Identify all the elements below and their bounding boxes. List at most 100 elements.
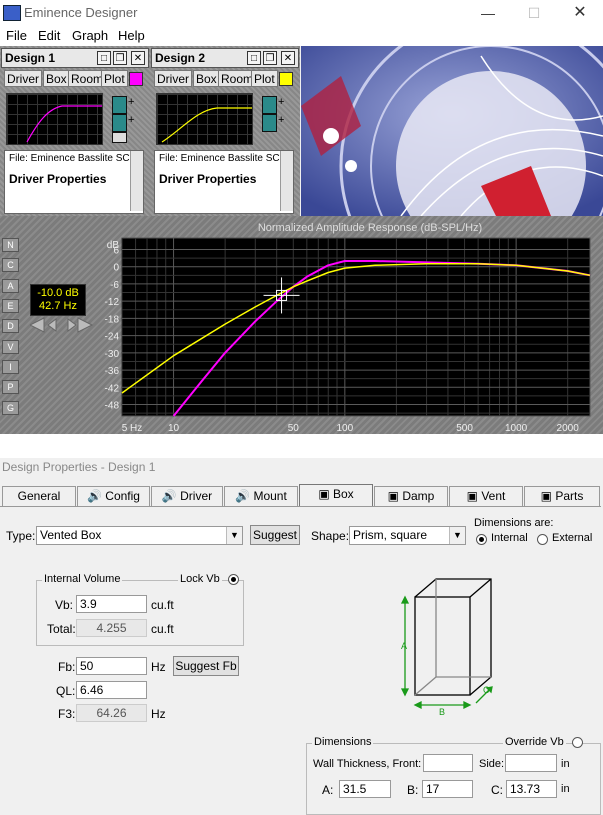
- step-left-icon[interactable]: [47, 318, 57, 332]
- dim-c-label: C: [483, 685, 490, 695]
- speaker-icon: 🔊: [161, 489, 181, 503]
- graph-button-i[interactable]: I: [2, 360, 19, 374]
- menu-graph[interactable]: Graph: [72, 28, 108, 43]
- box-tab-panel: Type: Vented Box ▼ Suggest Shape: Prism, …: [0, 506, 601, 815]
- thumbnail-curve: [161, 107, 252, 143]
- override-vb-radio[interactable]: [572, 737, 583, 748]
- x-tick-label: 10: [168, 423, 180, 434]
- wall-front-input[interactable]: [423, 754, 473, 772]
- right-arrow-icon[interactable]: [77, 317, 94, 333]
- response-thumbnail[interactable]: [156, 93, 253, 145]
- box-type-select[interactable]: Vented Box ▼: [36, 526, 243, 545]
- external-radio[interactable]: [537, 534, 548, 545]
- driver-info-box[interactable]: File: Eminence Basslite SC1 Driver Prope…: [4, 150, 144, 214]
- close-button[interactable]: ✕: [557, 0, 603, 26]
- save-icon[interactable]: □: [97, 51, 111, 65]
- tab-damp[interactable]: ▣ Damp: [374, 486, 448, 506]
- save-icon[interactable]: □: [247, 51, 261, 65]
- toggle-icon[interactable]: [112, 132, 127, 143]
- menu-help[interactable]: Help: [118, 28, 145, 43]
- tab-general[interactable]: General: [2, 486, 76, 506]
- tab-box[interactable]: ▣ Box: [299, 484, 373, 507]
- graph-button-e[interactable]: E: [2, 299, 19, 313]
- graph-button-n[interactable]: N: [2, 238, 19, 252]
- tab-box[interactable]: Box: [193, 70, 220, 87]
- shape-select[interactable]: Prism, square ▼: [349, 526, 466, 545]
- tab-mount[interactable]: 🔊 Mount: [224, 486, 298, 506]
- tab-plot[interactable]: Plot: [251, 70, 278, 87]
- f3-label: F3:: [58, 707, 76, 721]
- speaker-icon[interactable]: [262, 96, 277, 114]
- c-input[interactable]: 13.73: [506, 780, 557, 798]
- scrollbar[interactable]: [130, 151, 143, 211]
- side-label: Side:: [479, 758, 505, 770]
- dim-a-label: A: [401, 641, 407, 651]
- response-chart[interactable]: 60-6-12-18-24-30-36-42-48dB5 Hz 10 50 100 50…: [100, 234, 592, 434]
- vb-input[interactable]: 3.9: [76, 595, 147, 613]
- b-input[interactable]: 17: [422, 780, 473, 798]
- speaker-icon[interactable]: [112, 96, 127, 114]
- copy-icon[interactable]: ❐: [263, 51, 277, 65]
- c-label: C:: [491, 783, 503, 797]
- tab-box[interactable]: Box: [43, 70, 70, 87]
- internal-label: Internal: [491, 532, 528, 544]
- tab-label: Config: [105, 489, 140, 503]
- design-header: Design 1 □ ❐ ✕: [1, 48, 149, 68]
- left-arrow-icon[interactable]: [30, 317, 45, 333]
- file-name: File: Eminence Basslite SC1: [9, 153, 136, 164]
- close-icon[interactable]: ✕: [281, 51, 295, 65]
- tab-driver[interactable]: 🔊 Driver: [151, 486, 223, 506]
- tab-label: Driver: [180, 489, 213, 503]
- lock-vb-radio[interactable]: [228, 574, 239, 585]
- graph-button-c[interactable]: C: [2, 258, 19, 272]
- response-thumbnail[interactable]: [6, 93, 103, 145]
- graph-button-p[interactable]: P: [2, 380, 19, 394]
- suggest-button[interactable]: Suggest: [250, 525, 300, 545]
- tab-config[interactable]: 🔊 Config: [77, 486, 150, 506]
- suggest-fb-button[interactable]: Suggest Fb: [173, 656, 239, 676]
- tab-driver[interactable]: Driver: [4, 70, 42, 87]
- graph-button-d[interactable]: D: [2, 319, 19, 333]
- design-properties-title: Design Properties - Design 1: [2, 460, 156, 474]
- vb-label: Vb:: [55, 598, 74, 612]
- b-label: B:: [407, 783, 419, 797]
- tab-vent[interactable]: ▣ Vent: [449, 486, 523, 506]
- internal-radio[interactable]: [476, 534, 487, 545]
- menu-edit[interactable]: Edit: [38, 28, 60, 43]
- box-icon: ▣: [387, 489, 403, 503]
- minimize-button[interactable]: —: [465, 0, 511, 26]
- speaker-icon[interactable]: [262, 114, 277, 132]
- lock-vb-label: Lock Vb: [178, 573, 222, 585]
- fb-input[interactable]: 50: [76, 657, 147, 675]
- a-input[interactable]: 31.5: [339, 780, 391, 798]
- driver-info-box[interactable]: File: Eminence Basslite SC1 Driver Prope…: [154, 150, 294, 214]
- tab-label: General: [17, 489, 61, 503]
- copy-icon[interactable]: ❐: [113, 51, 127, 65]
- menu-file[interactable]: File: [6, 28, 27, 43]
- speaker-icons: + +: [262, 96, 290, 144]
- vb-unit: cu.ft: [151, 598, 174, 612]
- wall-side-input[interactable]: [505, 754, 557, 772]
- color-swatch[interactable]: [129, 72, 143, 86]
- dim-b-label: B: [439, 707, 445, 715]
- ql-input[interactable]: 6.46: [76, 681, 147, 699]
- maximize-button[interactable]: ☐: [511, 0, 557, 26]
- graph-button-a[interactable]: A: [2, 279, 19, 293]
- tab-plot[interactable]: Plot: [101, 70, 128, 87]
- tab-parts[interactable]: ▣ Parts: [524, 486, 600, 506]
- cursor-arrows: [30, 317, 94, 333]
- title-bar: Eminence Designer — ☐ ✕: [0, 0, 603, 26]
- graph-button-g[interactable]: G: [2, 401, 19, 415]
- chart-title: Normalized Amplitude Response (dB-SPL/Hz…: [257, 222, 483, 234]
- close-icon[interactable]: ✕: [131, 51, 145, 65]
- cursor-readout: -10.0 dB 42.7 Hz: [30, 284, 86, 316]
- tab-driver[interactable]: Driver: [154, 70, 192, 87]
- graph-button-v[interactable]: V: [2, 340, 19, 354]
- scrollbar[interactable]: [280, 151, 293, 211]
- x-tick-label: 50: [288, 423, 300, 434]
- speaker-icon[interactable]: [112, 114, 127, 132]
- dimensions-are-label: Dimensions are:: [474, 517, 554, 529]
- shape-value: Prism, square: [353, 528, 428, 542]
- color-swatch[interactable]: [279, 72, 293, 86]
- step-right-icon[interactable]: [67, 318, 77, 332]
